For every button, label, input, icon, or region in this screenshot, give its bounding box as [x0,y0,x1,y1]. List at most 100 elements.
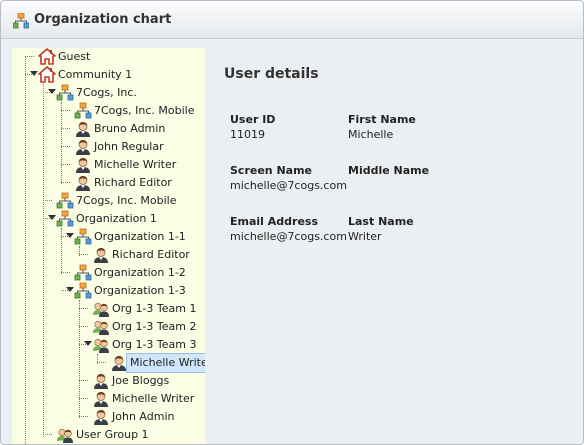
tree-node[interactable]: Organization 1-3 [12,282,205,300]
tree-node-label: Bruno Admin [94,122,166,135]
tree-connector [97,362,106,363]
tree-connector [79,398,88,399]
tree-node-label: User Group 1 [76,428,149,441]
organization-tree[interactable]: Guest Community 1 7Cogs, Inc. 7Cogs, Inc. M… [12,48,205,444]
team-icon [92,318,110,336]
user-id-value: 11019 [230,128,265,141]
tree-node[interactable]: 7Cogs, Inc. [12,84,205,102]
tree-node[interactable]: Michelle Writer [12,390,205,408]
tree-node[interactable]: Bruno Admin [12,120,205,138]
tree-connector [61,110,70,111]
org-icon [56,84,74,102]
tree-connector [79,308,88,309]
last-name-field: Last Name Writer [348,214,414,244]
email-label: Email Address [230,215,319,228]
tree-node[interactable]: Richard Editor [12,174,205,192]
user-id-field: User ID 11019 [230,112,275,142]
tree-node-label: John Admin [112,410,175,423]
tree-connector [25,56,34,57]
org-icon [74,264,92,282]
middle-name-label: Middle Name [348,164,430,177]
home-icon [38,48,56,66]
team-icon [92,300,110,318]
tree-node[interactable]: Org 1-3 Team 3 [12,336,205,354]
tree-connector [79,254,88,255]
user-id-label: User ID [230,113,276,126]
tree-node[interactable]: Joe Bloggs [12,372,205,390]
first-name-value: Michelle [348,128,394,141]
screen-name-label: Screen Name [230,164,313,177]
screen-name-field: Screen Name michelle@7cogs.com [230,163,347,193]
org-icon [56,192,74,210]
tree-node-label: John Regular [94,140,164,153]
last-name-label: Last Name [348,215,414,228]
window-title: Organization chart [34,12,172,27]
last-name-value: Writer [348,230,382,243]
tree-node[interactable]: Community 1 [12,66,205,84]
tree-node[interactable]: Michelle Writer [12,353,205,373]
tree-connector [43,434,52,435]
expand-arrow-icon[interactable] [66,233,74,238]
tree-node-label: Organization 1-3 [94,284,186,297]
tree-connector [61,182,70,183]
user-icon [74,156,92,174]
team-icon [56,426,74,444]
tree-node[interactable]: Org 1-3 Team 1 [12,300,205,318]
title-bar: Organization chart [1,1,583,39]
user-details-heading: User details [224,66,319,82]
tree-node-label: Community 1 [58,68,133,81]
tree-node-label: Joe Bloggs [112,374,170,387]
tree-node[interactable]: Organization 1-1 [12,228,205,246]
tree-node[interactable]: Org 1-3 Team 2 [12,318,205,336]
expand-arrow-icon[interactable] [66,287,74,292]
user-icon [74,138,92,156]
org-icon [56,210,74,228]
user-details-panel: User details User ID 11019 First Name Mi… [206,39,583,444]
tree-node-label: 7Cogs, Inc. Mobile [94,104,195,117]
middle-name-field: Middle Name [348,163,429,178]
tree-connector [61,272,70,273]
tree-node[interactable]: Richard Editor [12,246,205,264]
tree-connector [79,380,88,381]
email-field: Email Address michelle@7cogs.com [230,214,347,244]
tree-node[interactable]: Organization 1 [12,210,205,228]
tree-node-label: 7Cogs, Inc. [76,86,137,99]
tree-node-label: Org 1-3 Team 3 [112,338,197,351]
tree-node[interactable]: 7Cogs, Inc. Mobile [12,192,205,210]
tree-node-label: Organization 1 [76,212,157,225]
tree-connector [79,416,88,417]
tree-node[interactable]: Michelle Writer [12,156,205,174]
team-icon [92,336,110,354]
tree-connector [61,164,70,165]
tree-connector [61,128,70,129]
tree-node-label: 7Cogs, Inc. Mobile [76,194,177,207]
user-icon [92,372,110,390]
user-icon [74,174,92,192]
tree-node[interactable]: 7Cogs, Inc. Mobile [12,102,205,120]
tree-node[interactable]: John Regular [12,138,205,156]
expand-arrow-icon[interactable] [84,341,92,346]
tree-node[interactable]: Organization 1-2 [12,264,205,282]
tree-node-label: Michelle Writer [94,158,177,171]
tree-node[interactable]: John Admin [12,408,205,426]
user-icon [92,246,110,264]
org-icon [74,102,92,120]
tree-connector [61,146,70,147]
first-name-label: First Name [348,113,416,126]
expand-arrow-icon[interactable] [48,89,56,94]
home-icon [38,66,56,84]
tree-connector [79,326,88,327]
org-icon [74,282,92,300]
expand-arrow-icon[interactable] [48,215,56,220]
org-icon [74,228,92,246]
tree-node-label: Guest [58,50,91,63]
email-value: michelle@7cogs.com [230,230,347,243]
tree-node-label: Michelle Writer [112,392,195,405]
tree-node-label: Organization 1-2 [94,266,186,279]
tree-node-label: Michelle Writer [126,353,205,373]
expand-arrow-icon[interactable] [30,71,38,76]
tree-node-label: Organization 1-1 [94,230,186,243]
tree-node[interactable]: Guest [12,48,205,66]
user-icon [92,408,110,426]
tree-node[interactable]: User Group 1 [12,426,205,444]
